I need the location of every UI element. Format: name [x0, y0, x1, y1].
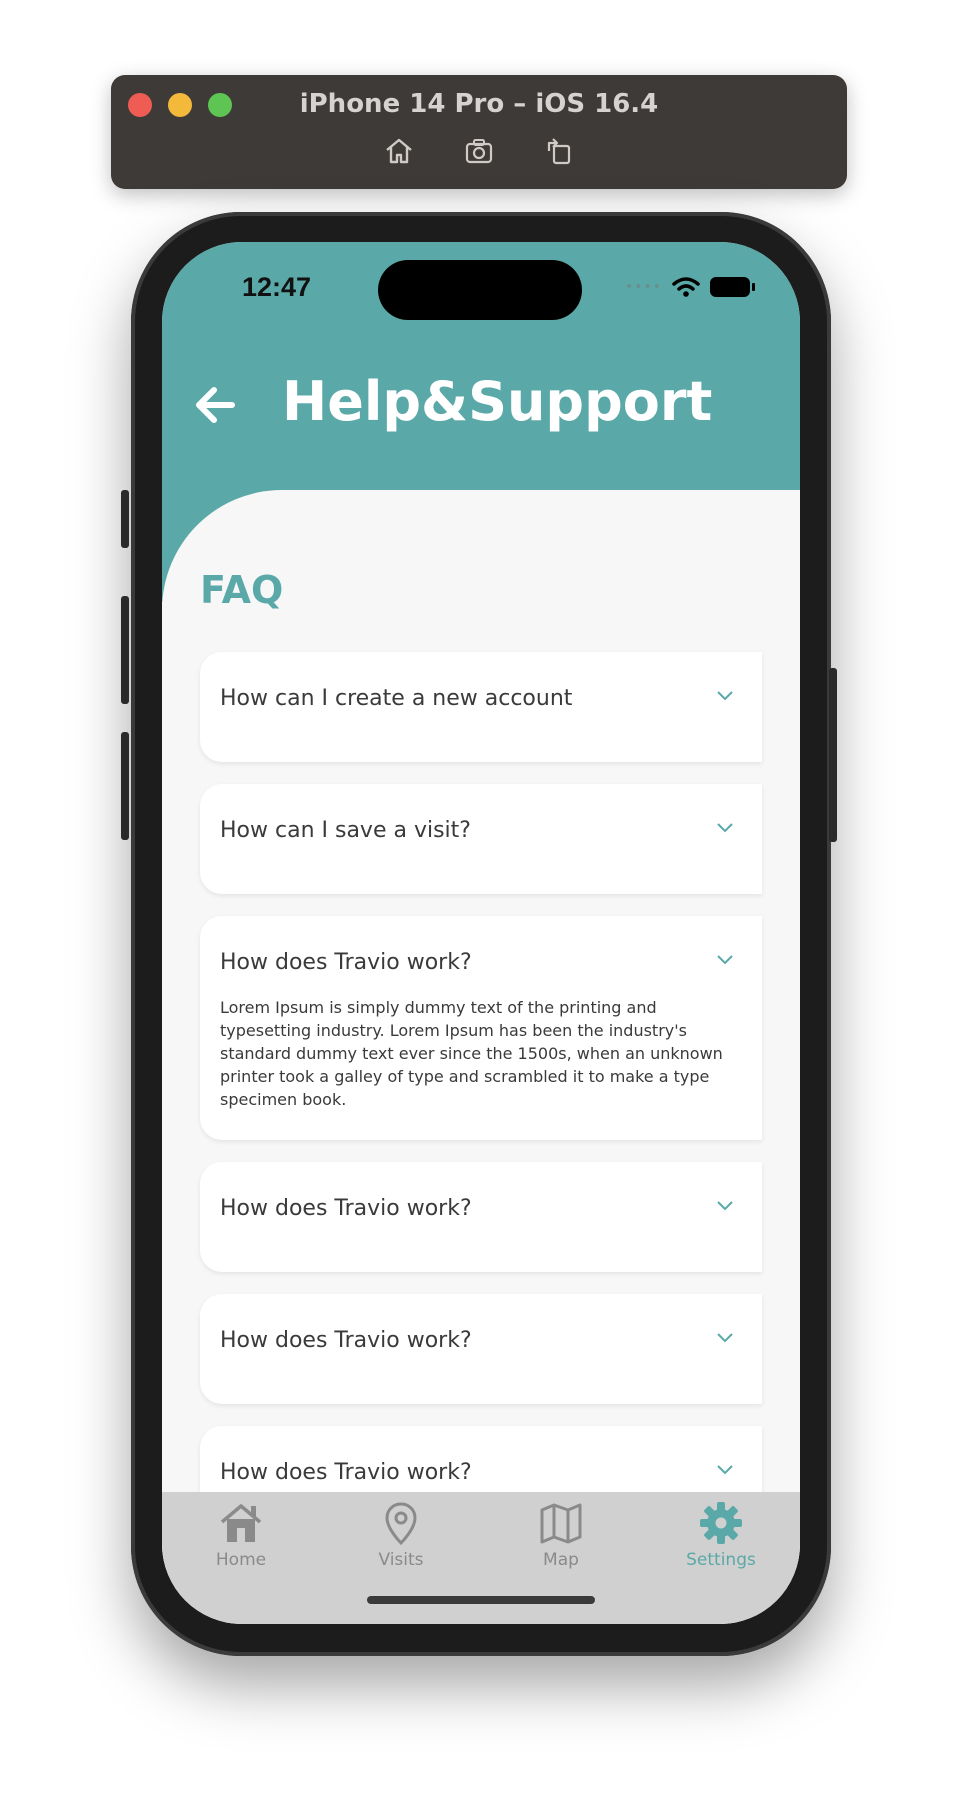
- chevron-down-icon[interactable]: [716, 1464, 734, 1476]
- home-icon: [220, 1504, 262, 1542]
- location-pin-icon: [385, 1502, 417, 1546]
- tab-map[interactable]: Map: [501, 1500, 621, 1570]
- faq-question: How can I save a visit?: [220, 818, 471, 843]
- status-icons: ••••: [624, 276, 755, 298]
- volume-up-button: [121, 596, 129, 704]
- wifi-icon: [672, 277, 700, 297]
- rotate-icon[interactable]: [543, 135, 575, 167]
- chevron-down-icon[interactable]: [716, 1332, 734, 1344]
- gear-icon: [700, 1502, 742, 1544]
- volume-down-button: [121, 732, 129, 840]
- status-time: 12:47: [242, 272, 312, 302]
- faq-answer: Lorem Ipsum is simply dummy text of the …: [220, 998, 723, 1109]
- simulator-title: iPhone 14 Pro – iOS 16.4: [299, 89, 659, 119]
- faq-question: How does Travio work?: [220, 1196, 472, 1221]
- silent-switch: [121, 490, 129, 548]
- back-arrow-icon[interactable]: [192, 382, 238, 428]
- faq-question: How does Travio work?: [220, 1460, 472, 1485]
- tab-label: Map: [543, 1550, 579, 1570]
- chevron-down-icon[interactable]: [716, 822, 734, 834]
- tab-label: Settings: [686, 1550, 756, 1570]
- home-indicator: [367, 1596, 595, 1604]
- tab-home[interactable]: Home: [181, 1500, 301, 1570]
- chevron-down-icon[interactable]: [716, 690, 734, 702]
- dynamic-island: [378, 260, 582, 320]
- chevron-down-icon[interactable]: [716, 954, 734, 966]
- faq-item[interactable]: How does Travio work?: [200, 1294, 762, 1404]
- faq-question: How can I create a new account: [220, 686, 573, 711]
- tab-visits[interactable]: Visits: [341, 1500, 461, 1570]
- faq-item[interactable]: How can I create a new account: [200, 652, 762, 762]
- simulator-toolbar: iPhone 14 Pro – iOS 16.4: [111, 75, 847, 189]
- app-screen: 12:47 •••• Help&Support FAQ How can I cr…: [162, 242, 800, 1624]
- tab-label: Visits: [378, 1550, 424, 1570]
- tab-bar: Home Visits Map Settings: [162, 1492, 800, 1624]
- screenshot-icon[interactable]: [463, 135, 495, 167]
- power-button: [829, 668, 837, 842]
- signal-icon: ••••: [624, 279, 662, 295]
- home-icon[interactable]: [383, 135, 415, 167]
- faq-question: How does Travio work?: [220, 950, 472, 975]
- faq-item-expanded[interactable]: How does Travio work? Lorem Ipsum is sim…: [200, 916, 762, 1140]
- faq-item[interactable]: How can I save a visit?: [200, 784, 762, 894]
- tab-label: Home: [215, 1550, 267, 1570]
- faq-question: How does Travio work?: [220, 1328, 472, 1353]
- faq-item[interactable]: How does Travio work?: [200, 1162, 762, 1272]
- faq-heading: FAQ: [200, 568, 284, 612]
- map-icon: [540, 1503, 582, 1544]
- battery-icon: [710, 277, 755, 297]
- page-title: Help&Support: [282, 370, 713, 433]
- tab-settings[interactable]: Settings: [661, 1500, 781, 1570]
- chevron-down-icon[interactable]: [716, 1200, 734, 1212]
